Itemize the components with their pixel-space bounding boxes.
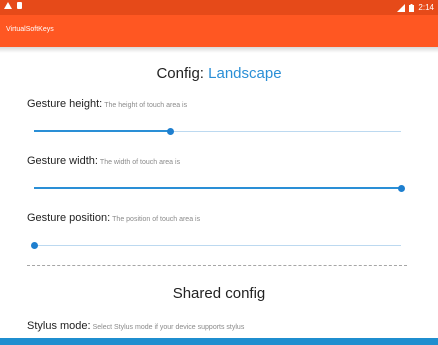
section-divider — [27, 265, 407, 266]
stylus-mode-setting[interactable]: Stylus mode: Select Stylus mode if your d… — [27, 320, 244, 332]
gesture-width-description: The width of touch area is — [99, 159, 181, 166]
gesture-height-slider[interactable] — [34, 127, 401, 137]
slider-thumb[interactable] — [166, 128, 174, 135]
bottom-bar — [0, 338, 438, 345]
sd-card-icon — [17, 2, 22, 9]
gesture-height-label: Gesture height: — [27, 98, 103, 110]
battery-icon — [409, 3, 415, 12]
slider-fill — [34, 130, 170, 132]
shared-config-heading: Shared config — [172, 285, 266, 302]
stylus-mode-description: Select Stylus mode if your device suppor… — [92, 324, 245, 331]
slider-fill — [34, 187, 401, 189]
app-bar: VirtualSoftKeys — [0, 15, 438, 47]
gesture-height-setting: Gesture height: The height of touch area … — [27, 98, 187, 110]
status-time: 2:14 — [418, 3, 434, 12]
gesture-width-setting: Gesture width: The width of touch area is — [27, 155, 180, 167]
status-bar: 2:14 — [0, 0, 438, 15]
slider-thumb[interactable] — [31, 242, 38, 249]
app-title: VirtualSoftKeys — [6, 26, 54, 33]
gesture-position-label: Gesture position: — [27, 212, 111, 224]
slider-thumb[interactable] — [398, 185, 405, 192]
gesture-position-slider[interactable] — [31, 241, 401, 251]
gesture-position-description: The position of touch area is — [112, 216, 201, 223]
settings-content: Config: Landscape Gesture height: The hei… — [0, 53, 438, 338]
stylus-mode-label: Stylus mode: — [27, 320, 91, 332]
warning-icon — [4, 2, 12, 9]
signal-icon — [397, 3, 406, 12]
config-heading-prefix: Config: — [156, 65, 209, 82]
gesture-width-label: Gesture width: — [27, 155, 98, 167]
slider-track — [34, 245, 401, 246]
gesture-height-description: The height of touch area is — [104, 102, 188, 109]
gesture-width-slider[interactable] — [34, 184, 405, 194]
config-mode: Landscape — [208, 65, 282, 82]
gesture-position-setting: Gesture position: The position of touch a… — [27, 212, 200, 224]
config-heading: Config: Landscape — [0, 65, 438, 82]
